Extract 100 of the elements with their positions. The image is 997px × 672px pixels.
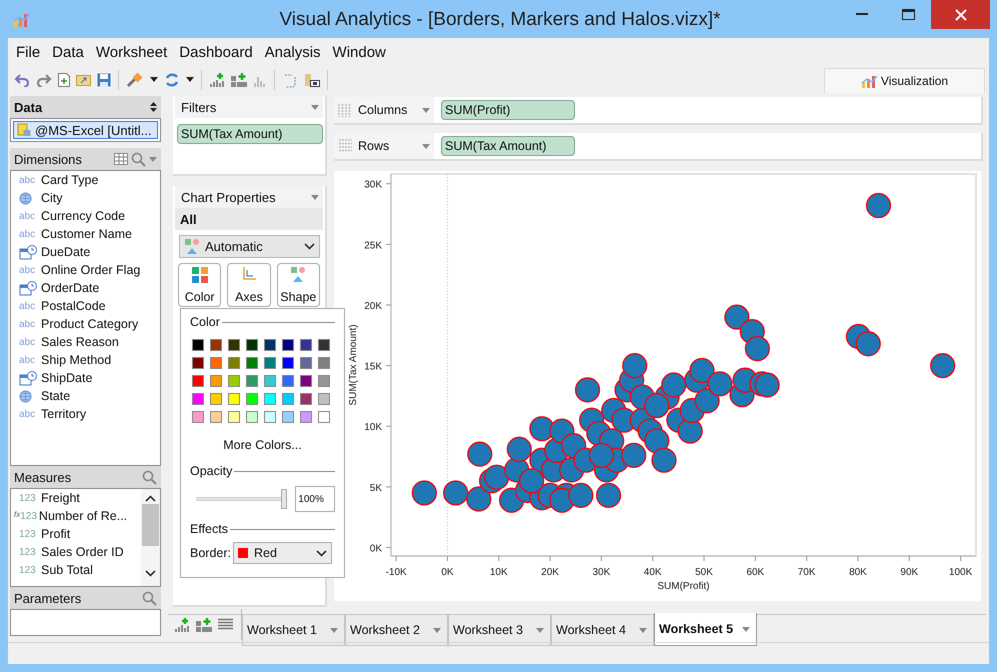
dimension-item[interactable]: State [11, 387, 160, 405]
color-swatch[interactable] [246, 357, 258, 369]
color-swatch[interactable] [264, 357, 276, 369]
dimension-item[interactable]: abc Online Order Flag [11, 261, 160, 279]
color-swatch[interactable] [264, 375, 276, 387]
dimension-item[interactable]: abc PostalCode [11, 297, 160, 315]
color-swatch[interactable] [192, 393, 204, 405]
data-point [484, 464, 510, 490]
color-swatch[interactable] [192, 411, 204, 423]
data-point [596, 482, 622, 508]
color-swatch[interactable] [246, 393, 258, 405]
table-icon[interactable] [114, 153, 128, 165]
color-swatch[interactable] [282, 375, 294, 387]
color-swatch[interactable] [246, 339, 258, 351]
color-swatch[interactable] [246, 411, 258, 423]
dimension-item[interactable]: abc Product Category [11, 315, 160, 333]
slider-thumb[interactable] [281, 489, 288, 509]
color-swatch[interactable] [228, 339, 240, 351]
color-swatch[interactable] [318, 339, 330, 351]
color-swatch[interactable] [228, 411, 240, 423]
color-swatch[interactable] [318, 357, 330, 369]
color-swatch[interactable] [282, 411, 294, 423]
dimension-item[interactable]: DueDate [11, 243, 160, 261]
menu-item[interactable]: File [10, 44, 46, 60]
worksheet-tab[interactable]: Worksheet 2 [345, 615, 448, 646]
color-swatch[interactable] [300, 339, 312, 351]
dimension-item[interactable]: abc Territory [11, 405, 160, 423]
menu-item[interactable]: Data [46, 44, 90, 60]
color-swatch[interactable] [192, 375, 204, 387]
dimension-item[interactable]: ShipDate [11, 369, 160, 387]
dropdown-caret-icon [422, 144, 430, 148]
search-icon[interactable] [131, 152, 146, 166]
color-swatch[interactable] [300, 357, 312, 369]
color-swatch[interactable] [318, 393, 330, 405]
scroll-up-icon[interactable] [145, 495, 156, 502]
color-swatch[interactable] [300, 375, 312, 387]
dimension-item[interactable]: abc Ship Method [11, 351, 160, 369]
color-swatch[interactable] [318, 375, 330, 387]
group-title: Effects [190, 522, 228, 536]
color-swatch[interactable] [210, 393, 222, 405]
sort-arrows-icon[interactable] [150, 102, 157, 112]
color-swatch[interactable] [210, 339, 222, 351]
dimension-item[interactable]: abc Card Type [11, 171, 160, 189]
worksheet-tab[interactable]: Worksheet 3 [448, 615, 551, 646]
color-swatch[interactable] [282, 393, 294, 405]
worksheet-tab[interactable]: Worksheet 5 [654, 613, 757, 646]
color-swatch[interactable] [264, 393, 276, 405]
new-dashboard-icon[interactable] [196, 616, 212, 632]
dimension-item[interactable]: abc Customer Name [11, 225, 160, 243]
color-swatch[interactable] [228, 375, 240, 387]
property-button[interactable]: Color [178, 263, 222, 307]
data-source-item[interactable]: @MS-Excel [Untitl... [13, 121, 158, 139]
color-swatch[interactable] [228, 393, 240, 405]
search-icon[interactable] [142, 470, 157, 484]
close-button[interactable] [931, 0, 990, 29]
opacity-field[interactable]: 100% [295, 486, 335, 512]
color-swatch[interactable] [264, 411, 276, 423]
scrollbar[interactable] [141, 489, 160, 586]
measure-item[interactable]: 123 Freight [11, 489, 141, 507]
measure-item[interactable]: 123 Sub Total [11, 561, 141, 579]
shelf-label[interactable]: Columns [334, 97, 434, 123]
menu-item[interactable]: Dashboard [173, 44, 259, 60]
color-swatch[interactable] [192, 357, 204, 369]
dimension-item[interactable]: abc Currency Code [11, 207, 160, 225]
color-swatch[interactable] [210, 357, 222, 369]
color-swatch[interactable] [300, 393, 312, 405]
border-color-dropdown[interactable]: Red [233, 542, 332, 564]
scroll-down-icon[interactable] [145, 570, 156, 577]
measure-item[interactable]: 123 Profit [11, 525, 141, 543]
color-swatch[interactable] [282, 339, 294, 351]
field-pill[interactable]: SUM(Profit) [441, 100, 575, 120]
search-icon[interactable] [142, 590, 157, 606]
property-button[interactable]: Shape [276, 263, 320, 307]
dimension-item[interactable]: City [11, 189, 160, 207]
color-swatch[interactable] [210, 375, 222, 387]
color-swatch[interactable] [300, 411, 312, 423]
menu-item[interactable]: Window [326, 44, 392, 60]
color-swatch[interactable] [282, 357, 294, 369]
color-swatch[interactable] [318, 411, 330, 423]
property-button[interactable]: Axes [227, 263, 271, 307]
mark-type-dropdown[interactable]: Automatic [179, 235, 320, 258]
menu-item[interactable]: Worksheet [90, 44, 174, 60]
measure-item[interactable]: 123 Sales Order ID [11, 543, 141, 561]
field-pill[interactable]: SUM(Tax Amount) [441, 136, 575, 156]
dimension-item[interactable]: OrderDate [11, 279, 160, 297]
filter-pill[interactable]: SUM(Tax Amount) [177, 124, 323, 144]
color-swatch[interactable] [228, 357, 240, 369]
visualization-tab[interactable]: Visualization [824, 68, 985, 93]
color-swatch[interactable] [192, 339, 204, 351]
color-swatch[interactable] [246, 375, 258, 387]
dimension-item[interactable]: abc Sales Reason [11, 333, 160, 351]
worksheet-tab[interactable]: Worksheet 4 [551, 615, 654, 646]
new-worksheet-icon[interactable] [174, 616, 190, 632]
list-icon[interactable] [218, 618, 233, 631]
menu-item[interactable]: Analysis [258, 44, 327, 60]
worksheet-tab[interactable]: Worksheet 1 [242, 615, 345, 646]
color-swatch[interactable] [210, 411, 222, 423]
color-swatch[interactable] [264, 339, 276, 351]
more-colors-link[interactable]: More Colors... [190, 438, 335, 452]
shelf-label[interactable]: Rows [334, 133, 434, 159]
